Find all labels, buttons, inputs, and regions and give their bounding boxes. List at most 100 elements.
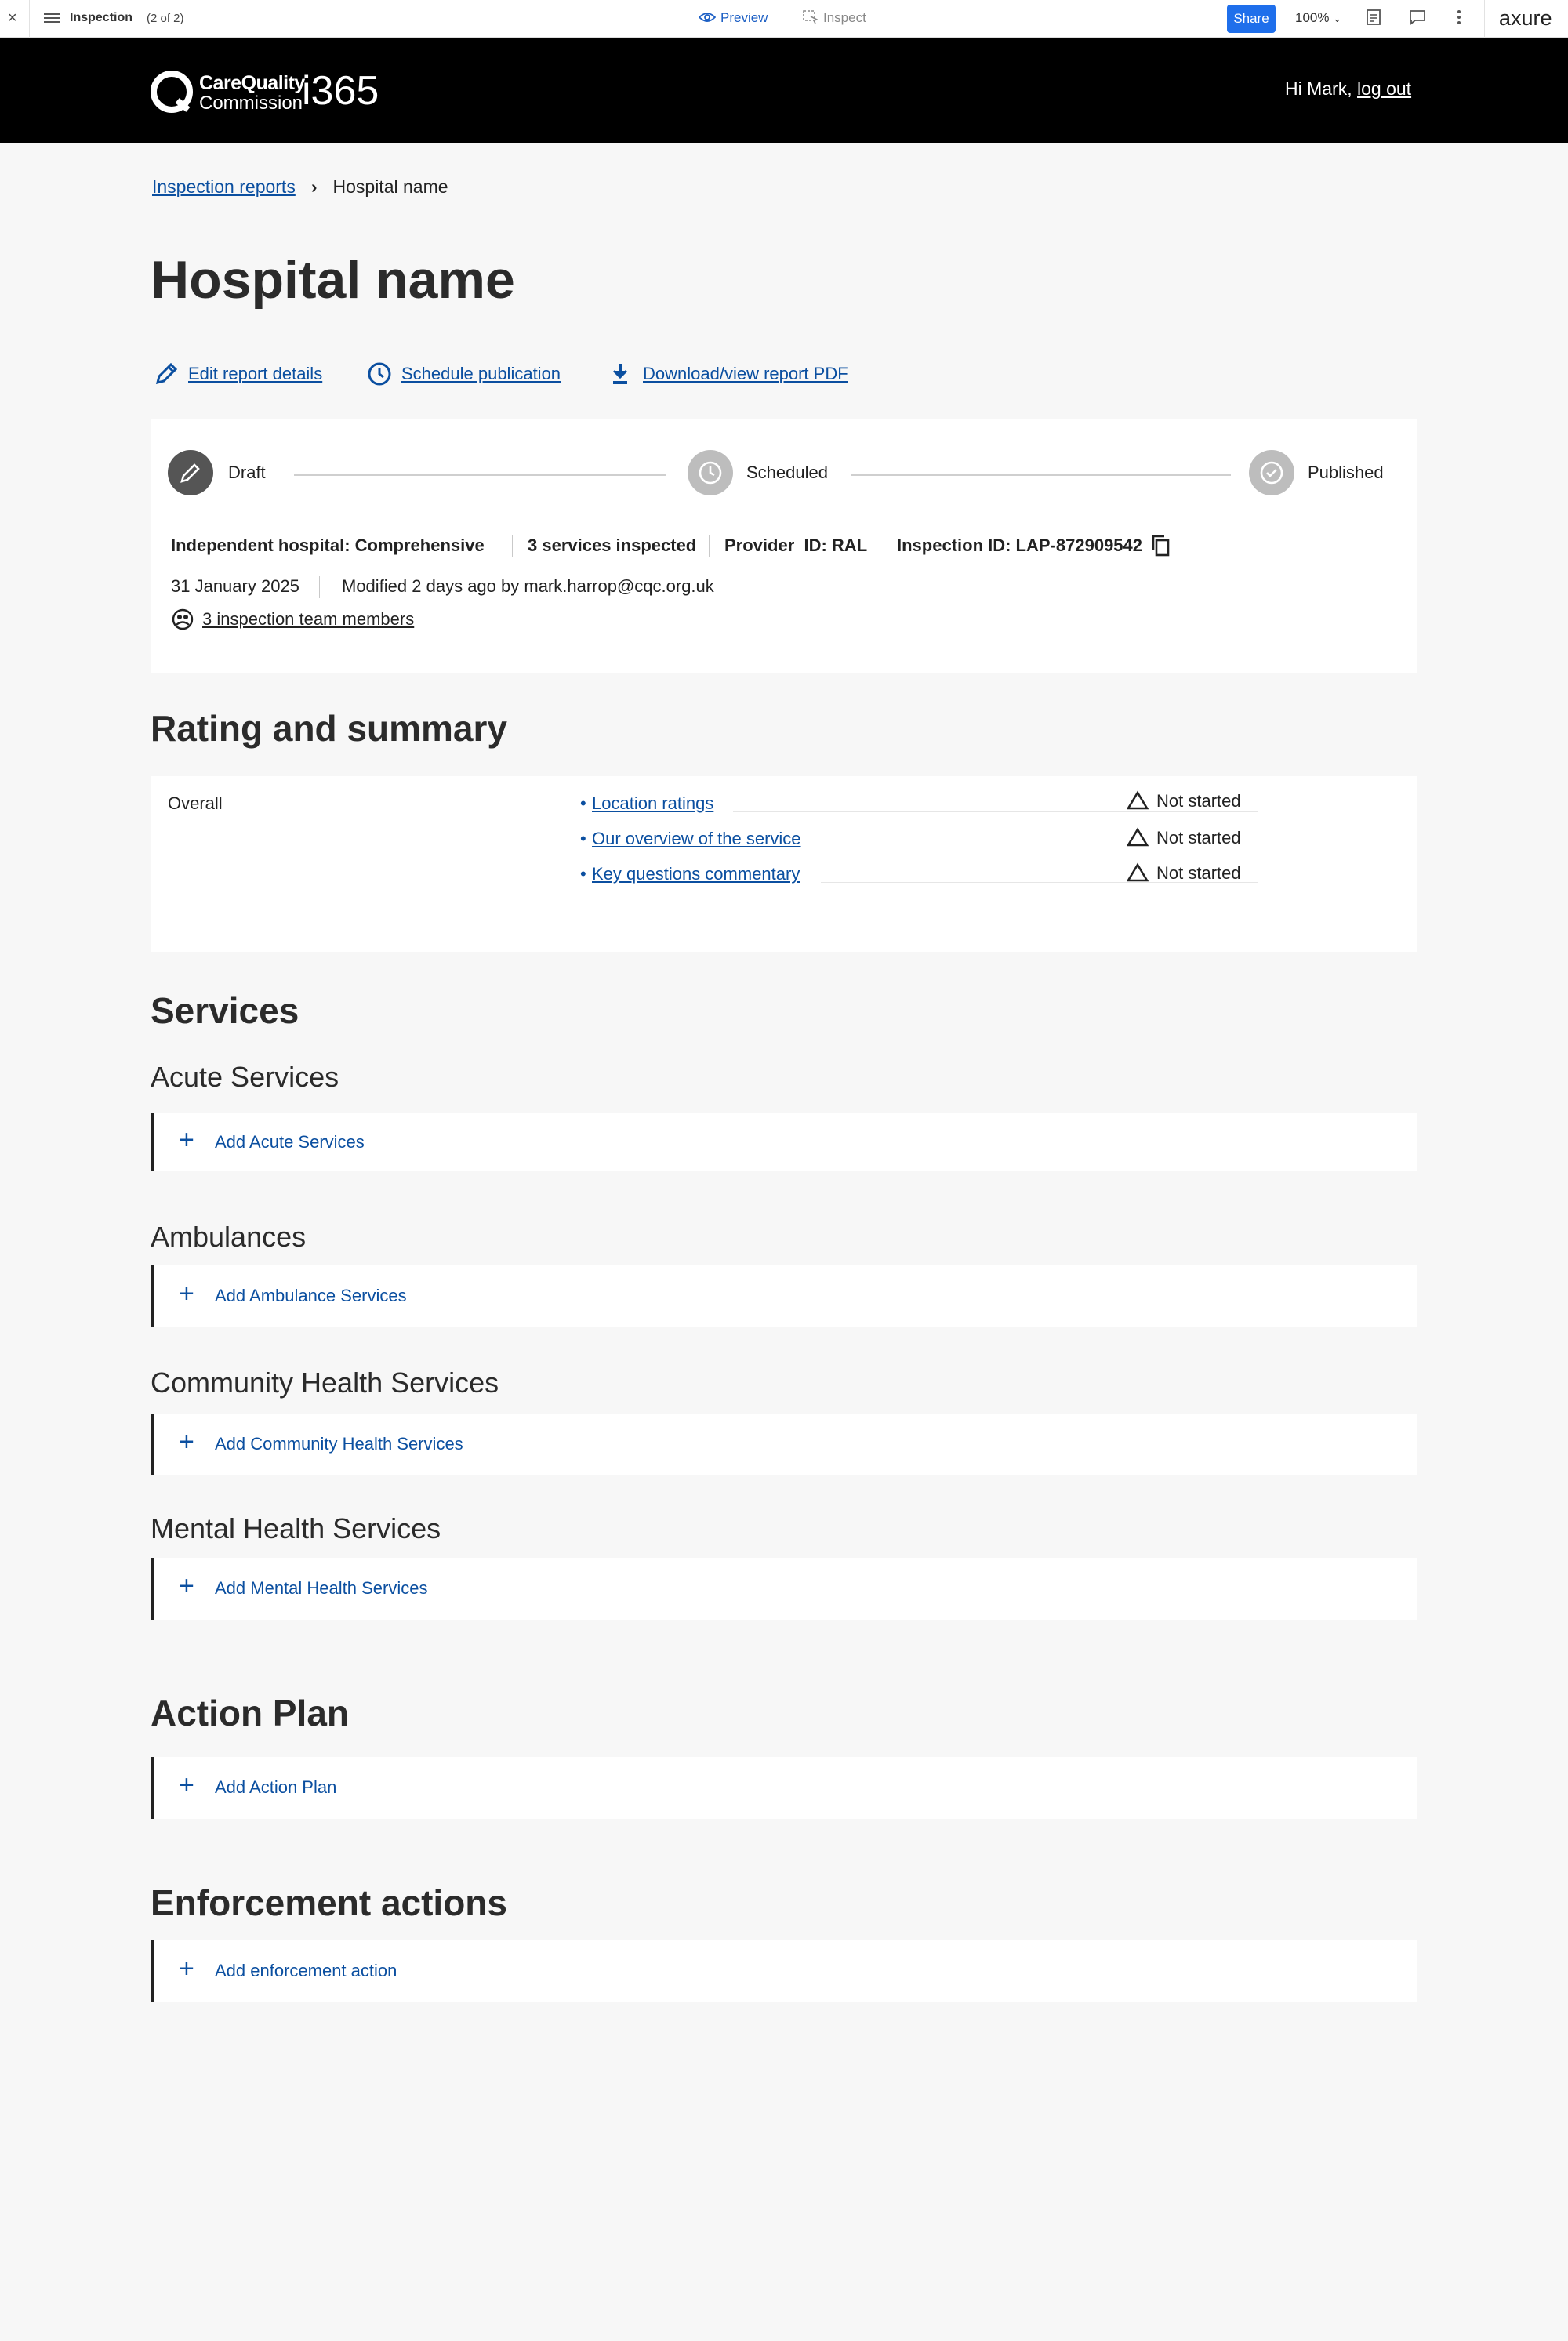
published-step-icon [1249,450,1294,495]
status-not-started: Not started [1126,790,1241,811]
clock-icon [368,362,391,386]
comments-icon[interactable] [1409,9,1426,31]
status-not-started: Not started [1126,827,1241,848]
bullet: • [580,829,586,848]
step-connector [294,474,666,476]
status-text: Not started [1156,863,1241,883]
divider [512,535,513,557]
page-title: Hospital name [151,250,515,310]
org-name-line1: CareQuality [199,72,305,94]
services-heading: Services [151,990,299,1031]
plus-icon: + [179,1954,194,1983]
mental-health-heading: Mental Health Services [151,1512,441,1544]
cqc-logo[interactable]: CareQuality Commission i365 [149,67,431,116]
pages-menu-icon[interactable] [44,11,60,27]
location-ratings-link[interactable]: Location ratings [592,793,713,814]
key-questions-commentary-link[interactable]: Key questions commentary [592,864,800,884]
org-name-line2: Commission [199,93,303,114]
inspection-date: 31 January 2025 [171,576,299,596]
preview-mode-button[interactable]: Preview [698,10,768,26]
rating-summary-heading: Rating and summary [151,708,507,749]
pencil-icon [155,362,178,385]
copy-icon[interactable] [1149,533,1173,563]
download-icon [612,364,628,384]
add-community-health-button[interactable]: + Add Community Health Services [151,1414,1417,1475]
modified-info: Modified 2 days ago by mark.harrop@cqc.o… [342,576,714,596]
more-options-icon[interactable] [1457,9,1461,31]
add-action-plan-button[interactable]: + Add Action Plan [151,1757,1417,1819]
plus-icon: + [179,1427,194,1457]
add-ambulance-services-button[interactable]: + Add Ambulance Services [151,1265,1417,1327]
leader-line [733,811,1258,812]
team-icon [171,608,194,636]
rating-summary-panel: Overall • Location ratings Not started •… [151,776,1417,952]
add-enforcement-action-button[interactable]: + Add enforcement action [151,1940,1417,2002]
report-status-panel: Draft Scheduled Published Independent ho… [151,419,1417,673]
prototype-toolbar: × Inspection (2 of 2) Preview Inspect Sh… [0,0,1568,38]
plus-icon: + [179,1770,194,1800]
bullet: • [580,793,586,813]
preview-label: Preview [720,10,768,25]
inspection-id: Inspection ID: LAP-872909542 [897,535,1143,555]
inspect-mode-button[interactable]: Inspect [803,10,866,26]
inspect-icon [803,10,819,24]
acute-services-heading: Acute Services [151,1061,339,1093]
add-mental-health-button[interactable]: + Add Mental Health Services [151,1558,1417,1620]
zoom-select[interactable]: 100% ⌄ [1295,10,1341,26]
schedule-publication-link[interactable]: Schedule publication [401,364,561,384]
app-name: i365 [302,68,379,114]
divider [29,0,30,38]
add-enforcement-action-label: Add enforcement action [215,1961,397,1980]
plus-icon: + [179,1571,194,1601]
plus-icon: + [179,1279,194,1308]
chevron-right-icon: › [310,176,318,197]
add-ambulance-services-label: Add Ambulance Services [215,1286,407,1305]
page-name: Inspection [70,11,133,24]
page-count: (2 of 2) [147,12,184,25]
services-inspected: 3 services inspected [528,535,697,555]
warning-icon [1126,790,1149,810]
zoom-value: 100% [1295,10,1330,25]
user-greeting: Hi Mark, log out [1285,78,1411,100]
team-members-link[interactable]: 3 inspection team members [202,609,414,630]
add-acute-services-label: Add Acute Services [215,1132,365,1152]
axure-logo: axure [1499,6,1552,30]
status-not-started: Not started [1126,862,1241,884]
status-text: Not started [1156,791,1241,811]
breadcrumb-current: Hospital name [332,176,448,197]
plus-icon: + [179,1125,194,1155]
draft-step-icon [168,450,213,495]
add-mental-health-label: Add Mental Health Services [215,1578,428,1598]
status-text: Not started [1156,828,1241,847]
add-community-health-label: Add Community Health Services [215,1434,463,1454]
divider [319,576,320,598]
close-icon[interactable]: × [8,9,17,27]
notes-icon[interactable] [1366,9,1381,31]
overview-of-service-link[interactable]: Our overview of the service [592,829,801,849]
edit-report-link[interactable]: Edit report details [188,364,322,384]
scheduled-step-icon [688,450,733,495]
eye-icon [698,13,717,22]
step-draft-label: Draft [228,463,266,482]
step-connector [851,474,1231,476]
step-published-label: Published [1308,463,1384,482]
community-health-heading: Community Health Services [151,1366,499,1399]
add-action-plan-label: Add Action Plan [215,1777,337,1797]
warning-icon [1126,827,1149,847]
enforcement-heading: Enforcement actions [151,1882,507,1923]
hospital-type: Independent hospital: Comprehensive [171,535,485,555]
overall-label: Overall [168,793,223,813]
inspect-label: Inspect [823,10,866,25]
logout-link[interactable]: log out [1357,78,1411,99]
provider-id: Provider ID: RAL [724,535,868,555]
warning-icon [1126,862,1149,882]
action-plan-heading: Action Plan [151,1693,350,1733]
bullet: • [580,864,586,884]
add-acute-services-button[interactable]: + Add Acute Services [151,1113,1417,1171]
breadcrumb: Inspection reports › Hospital name [152,176,448,198]
step-scheduled-label: Scheduled [746,463,828,482]
share-button[interactable]: Share [1227,5,1276,33]
ambulances-heading: Ambulances [151,1221,307,1253]
breadcrumb-inspection-reports[interactable]: Inspection reports [152,176,296,197]
download-pdf-link[interactable]: Download/view report PDF [643,364,848,384]
